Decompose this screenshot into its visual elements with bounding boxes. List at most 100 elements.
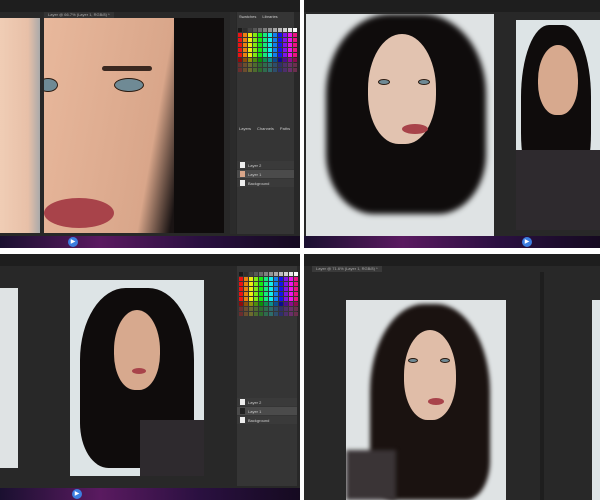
swatch[interactable] — [249, 277, 253, 281]
swatch[interactable] — [293, 68, 297, 72]
swatch[interactable] — [243, 48, 247, 52]
layer-row[interactable]: Layer 1 — [237, 170, 294, 178]
swatch[interactable] — [253, 48, 257, 52]
swatch[interactable] — [243, 28, 247, 32]
swatch[interactable] — [269, 302, 273, 306]
swatch[interactable] — [294, 277, 298, 281]
swatch[interactable] — [268, 43, 272, 47]
swatch[interactable] — [248, 58, 252, 62]
swatch[interactable] — [283, 28, 287, 32]
swatch[interactable] — [268, 28, 272, 32]
swatch[interactable] — [269, 292, 273, 296]
swatch[interactable] — [283, 38, 287, 42]
reference-canvas[interactable] — [70, 280, 204, 476]
swatch[interactable] — [278, 33, 282, 37]
swatch[interactable] — [238, 38, 242, 42]
swatch[interactable] — [244, 297, 248, 301]
swatch[interactable] — [279, 312, 283, 316]
swatch[interactable] — [279, 302, 283, 306]
swatch-grid[interactable] — [238, 28, 297, 72]
swatch[interactable] — [254, 307, 258, 311]
swatch[interactable] — [259, 312, 263, 316]
swatch[interactable] — [284, 302, 288, 306]
swatch[interactable] — [254, 277, 258, 281]
swatch[interactable] — [238, 63, 242, 67]
swatch[interactable] — [273, 53, 277, 57]
swatch[interactable] — [248, 33, 252, 37]
swatch[interactable] — [254, 287, 258, 291]
swatch[interactable] — [248, 68, 252, 72]
swatch[interactable] — [273, 68, 277, 72]
swatch[interactable] — [278, 43, 282, 47]
tab-libraries[interactable]: Libraries — [262, 14, 277, 19]
swatch[interactable] — [239, 292, 243, 296]
swatch[interactable] — [273, 28, 277, 32]
swatch[interactable] — [268, 63, 272, 67]
swatch[interactable] — [274, 282, 278, 286]
swatch[interactable] — [263, 68, 267, 72]
swatch[interactable] — [263, 28, 267, 32]
swatch[interactable] — [258, 28, 262, 32]
swatch[interactable] — [248, 48, 252, 52]
swatch[interactable] — [288, 33, 292, 37]
swatch[interactable] — [239, 277, 243, 281]
swatch[interactable] — [244, 277, 248, 281]
swatch[interactable] — [264, 297, 268, 301]
swatch[interactable] — [263, 38, 267, 42]
swatch[interactable] — [269, 277, 273, 281]
swatch[interactable] — [253, 58, 257, 62]
reference-canvas[interactable] — [592, 300, 600, 500]
swatch[interactable] — [249, 297, 253, 301]
swatch[interactable] — [238, 43, 242, 47]
swatch[interactable] — [254, 272, 258, 276]
layer-row[interactable]: Background — [237, 416, 297, 424]
swatch[interactable] — [253, 43, 257, 47]
swatch[interactable] — [294, 297, 298, 301]
swatch[interactable] — [284, 292, 288, 296]
swatch[interactable] — [273, 48, 277, 52]
swatch[interactable] — [293, 43, 297, 47]
swatch[interactable] — [249, 282, 253, 286]
swatch[interactable] — [239, 272, 243, 276]
swatch[interactable] — [268, 53, 272, 57]
swatch[interactable] — [288, 58, 292, 62]
swatch[interactable] — [239, 307, 243, 311]
tab-layers[interactable]: Layers — [239, 126, 251, 131]
swatch[interactable] — [284, 282, 288, 286]
swatch[interactable] — [274, 312, 278, 316]
swatch[interactable] — [279, 297, 283, 301]
swatch[interactable] — [283, 48, 287, 52]
document-tab[interactable]: Layer @ 71.6% (Layer 1, RGB/8) * — [312, 266, 382, 272]
reference-canvas[interactable] — [516, 20, 600, 230]
reference-canvas[interactable] — [44, 18, 224, 233]
swatch[interactable] — [274, 297, 278, 301]
swatch[interactable] — [244, 272, 248, 276]
swatch[interactable] — [268, 38, 272, 42]
swatch[interactable] — [243, 53, 247, 57]
swatch[interactable] — [254, 297, 258, 301]
swatch[interactable] — [243, 33, 247, 37]
swatch[interactable] — [294, 282, 298, 286]
swatch[interactable] — [263, 43, 267, 47]
swatch[interactable] — [273, 58, 277, 62]
swatch[interactable] — [243, 68, 247, 72]
swatch[interactable] — [284, 297, 288, 301]
swatch[interactable] — [248, 43, 252, 47]
swatch[interactable] — [278, 38, 282, 42]
swatch[interactable] — [269, 297, 273, 301]
swatch[interactable] — [273, 38, 277, 42]
swatch[interactable] — [279, 277, 283, 281]
swatch[interactable] — [279, 307, 283, 311]
swatch[interactable] — [264, 282, 268, 286]
swatch[interactable] — [273, 63, 277, 67]
swatch[interactable] — [238, 58, 242, 62]
swatch[interactable] — [293, 38, 297, 42]
layer-row[interactable]: Layer 2 — [237, 398, 297, 406]
swatch[interactable] — [288, 48, 292, 52]
swatch[interactable] — [274, 302, 278, 306]
swatch[interactable] — [239, 287, 243, 291]
swatch[interactable] — [269, 312, 273, 316]
swatch[interactable] — [278, 48, 282, 52]
swatch[interactable] — [289, 302, 293, 306]
swatch[interactable] — [294, 312, 298, 316]
